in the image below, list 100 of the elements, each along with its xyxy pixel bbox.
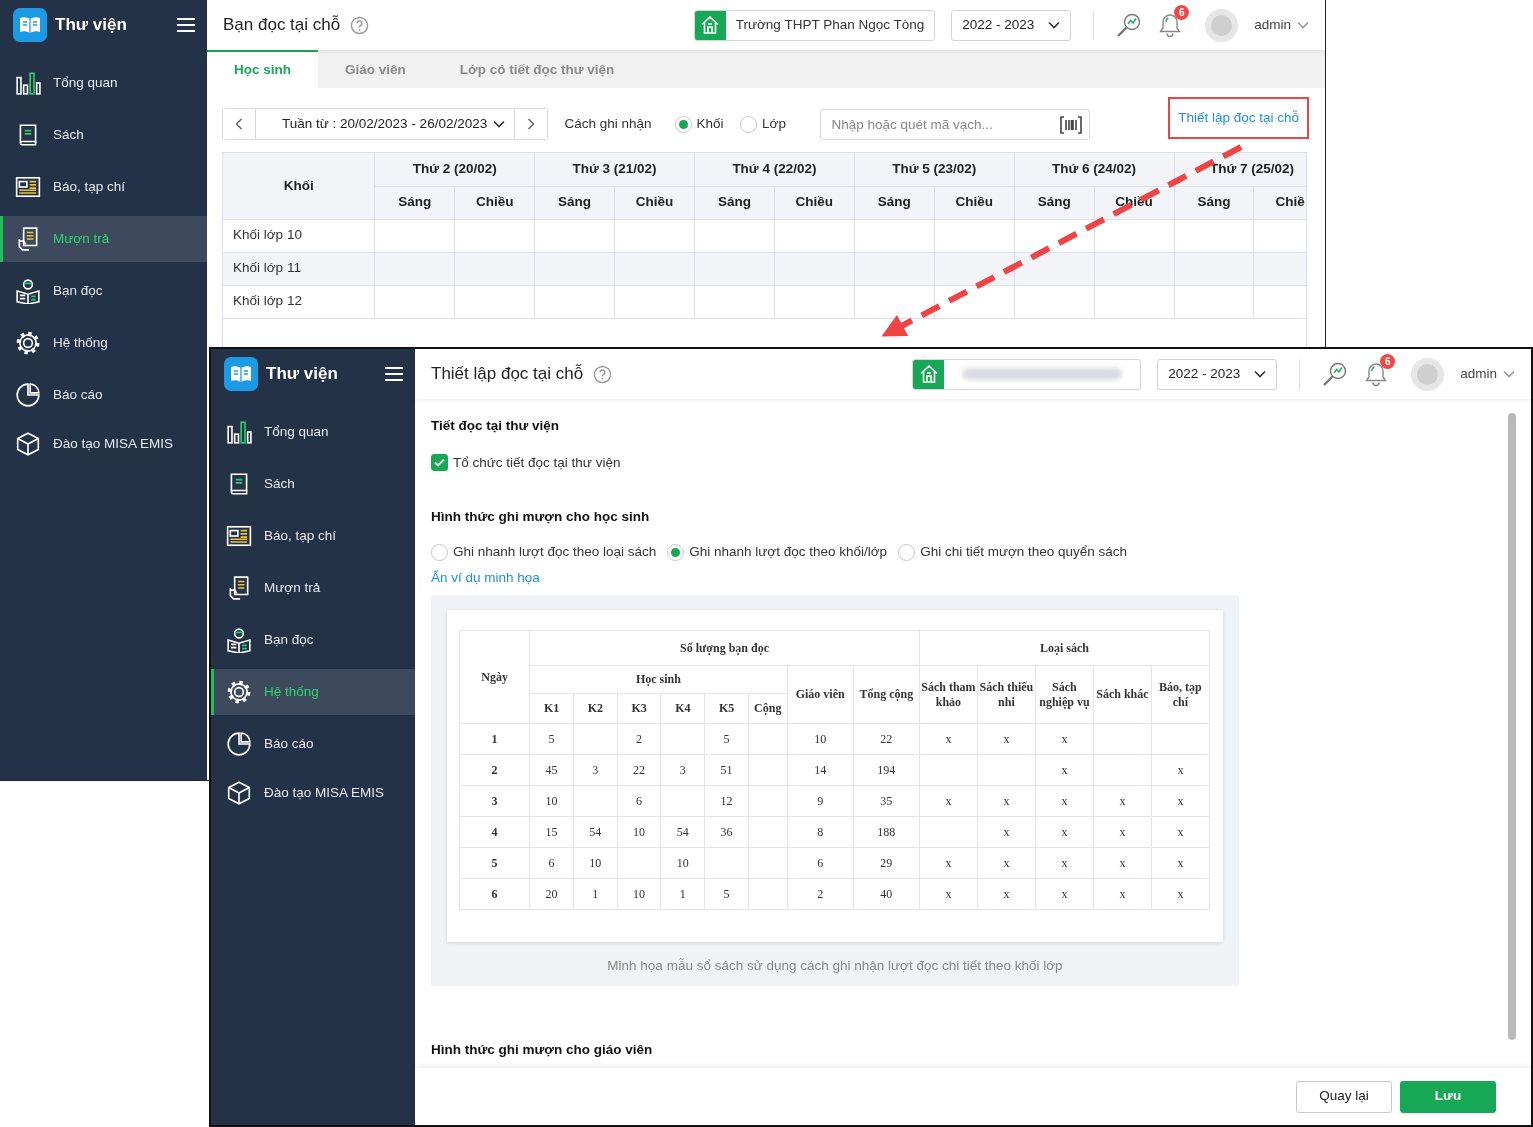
radio-button[interactable] <box>898 543 916 561</box>
table-cell <box>660 785 705 817</box>
column-header: Ngày <box>459 630 530 724</box>
column-header: Báo, tạp chí <box>1151 665 1210 724</box>
user-menu[interactable]: admin <box>1460 363 1515 385</box>
sidebar-item[interactable]: Bạn đọc <box>211 617 415 663</box>
radio-button[interactable] <box>431 543 448 561</box>
table-cell: 10 <box>529 785 574 817</box>
avatar[interactable] <box>1205 8 1239 42</box>
table-cell: Khối lớp 10 <box>223 219 375 252</box>
table-cell: 188 <box>853 816 920 848</box>
year-select[interactable]: 2022 - 2023 <box>951 9 1072 41</box>
sidebar-item[interactable]: Báo, tạp chí <box>0 164 207 210</box>
year-select[interactable]: 2022 - 2023 <box>1157 358 1278 390</box>
radio-label: Ghi nhanh lượt đọc theo loại sách <box>453 543 657 561</box>
table-cell: 3 <box>660 754 705 786</box>
column-header: Loại sách <box>919 630 1210 666</box>
table-cell <box>919 754 978 786</box>
radio-button[interactable] <box>740 115 758 133</box>
table-cell: 2 <box>459 754 530 786</box>
chevron-down-icon <box>493 120 506 128</box>
table-cell: x <box>1035 816 1094 848</box>
table-cell: 6 <box>529 847 574 879</box>
sidebar-item[interactable]: Báo cáo <box>0 372 207 418</box>
table-cell: 12 <box>704 785 749 817</box>
cube-icon <box>226 780 252 806</box>
column-header: K3 <box>617 693 661 724</box>
table-cell <box>748 785 788 817</box>
sidebar-item[interactable]: Sách <box>211 461 415 507</box>
sidebar-item[interactable]: Đào tạo MISA EMIS <box>0 421 207 467</box>
table-cell: 6 <box>459 878 530 910</box>
table-cell: x <box>919 878 978 910</box>
table-cell: 3 <box>573 754 618 786</box>
section-heading: Hình thức ghi mượn cho học sinh <box>431 507 651 526</box>
book-logo-icon <box>224 357 258 391</box>
column-header: K2 <box>573 693 618 724</box>
column-header: Giáo viên <box>787 665 854 724</box>
sidebar-item[interactable]: Mượn trả <box>0 216 207 262</box>
sidebar-item[interactable]: Báo cáo <box>211 721 415 767</box>
scrollbar[interactable] <box>1508 413 1516 1040</box>
table-cell: 51 <box>704 754 749 786</box>
magnifier-chart-icon[interactable] <box>1322 361 1349 387</box>
magnifier-chart-icon[interactable] <box>1116 12 1143 38</box>
help-icon[interactable] <box>350 15 370 35</box>
barcode-search-field[interactable]: Nhập hoặc quét mã vạch... <box>820 108 1091 140</box>
school-selector[interactable] <box>912 358 1142 390</box>
settings-link[interactable]: Thiết lập đọc tại chỗ <box>1168 96 1309 140</box>
chevron-left-icon <box>235 118 243 130</box>
column-header: Số lượng bạn đọc <box>529 630 920 666</box>
pie-chart-icon <box>15 382 41 408</box>
sidebar-item[interactable]: Hệ thống <box>211 669 415 715</box>
page-title: Bạn đọc tại chỗ <box>223 14 341 37</box>
table-cell: 15 <box>529 816 574 848</box>
table-cell: x <box>1151 785 1210 817</box>
table-cell: 22 <box>617 754 661 786</box>
table-cell: Khối lớp 12 <box>223 285 375 318</box>
sidebar-item[interactable]: Tổng quan <box>0 60 207 106</box>
checkmark-icon <box>434 458 445 468</box>
table-cell: x <box>977 816 1036 848</box>
radio-button[interactable] <box>674 115 692 133</box>
sidebar-item[interactable]: Báo, tạp chí <box>211 513 415 559</box>
table-cell: Khối lớp 11 <box>223 252 375 285</box>
menu-icon[interactable] <box>177 17 195 33</box>
radio-label: Lớp <box>762 114 786 133</box>
table-cell <box>748 878 788 910</box>
sidebar-item[interactable]: Mượn trả <box>211 565 415 611</box>
sidebar-item[interactable]: Bạn đọc <box>0 268 207 314</box>
reader-icon <box>15 278 41 304</box>
table-cell: x <box>1151 878 1210 910</box>
avatar[interactable] <box>1411 357 1445 391</box>
chevron-right-icon <box>527 118 535 130</box>
bar-chart-icon <box>15 70 41 96</box>
notification-badge: 6 <box>1380 354 1396 369</box>
sidebar-item[interactable]: Tổng quan <box>211 409 415 455</box>
table-cell: x <box>1093 878 1152 910</box>
table-cell: 2 <box>617 723 661 755</box>
school-selector[interactable]: Trường THPT Phan Ngọc Tòng <box>693 9 936 41</box>
table-cell <box>748 816 788 848</box>
table-cell: 3 <box>459 785 530 817</box>
table-cell: 10 <box>573 847 618 879</box>
column-header: Sáng <box>694 186 775 219</box>
table-cell <box>977 754 1036 786</box>
table-cell <box>1093 723 1152 755</box>
user-menu[interactable]: admin <box>1254 14 1309 36</box>
help-icon[interactable] <box>593 364 613 384</box>
radio-label: Khối <box>696 114 724 133</box>
table-cell: 20 <box>529 878 574 910</box>
sidebar-item[interactable]: Sách <box>0 112 207 158</box>
table-cell: 14 <box>787 754 854 786</box>
menu-icon[interactable] <box>385 366 403 382</box>
sidebar-item[interactable]: Đào tạo MISA EMIS <box>211 770 415 816</box>
column-header: Thứ 6 (24/02) <box>1014 153 1174 186</box>
page-title: Thiết lập đọc tại chỗ <box>431 363 584 386</box>
table-cell: x <box>919 785 978 817</box>
back-button[interactable]: Quay lại <box>1296 1080 1392 1113</box>
table-cell: 5 <box>704 723 749 755</box>
radio-button[interactable] <box>667 543 685 561</box>
checkbox[interactable] <box>431 454 448 472</box>
week-select[interactable]: Tuần từ : 20/02/2023 - 26/02/2023 <box>255 109 515 139</box>
sidebar-item[interactable]: Hệ thống <box>0 320 207 366</box>
